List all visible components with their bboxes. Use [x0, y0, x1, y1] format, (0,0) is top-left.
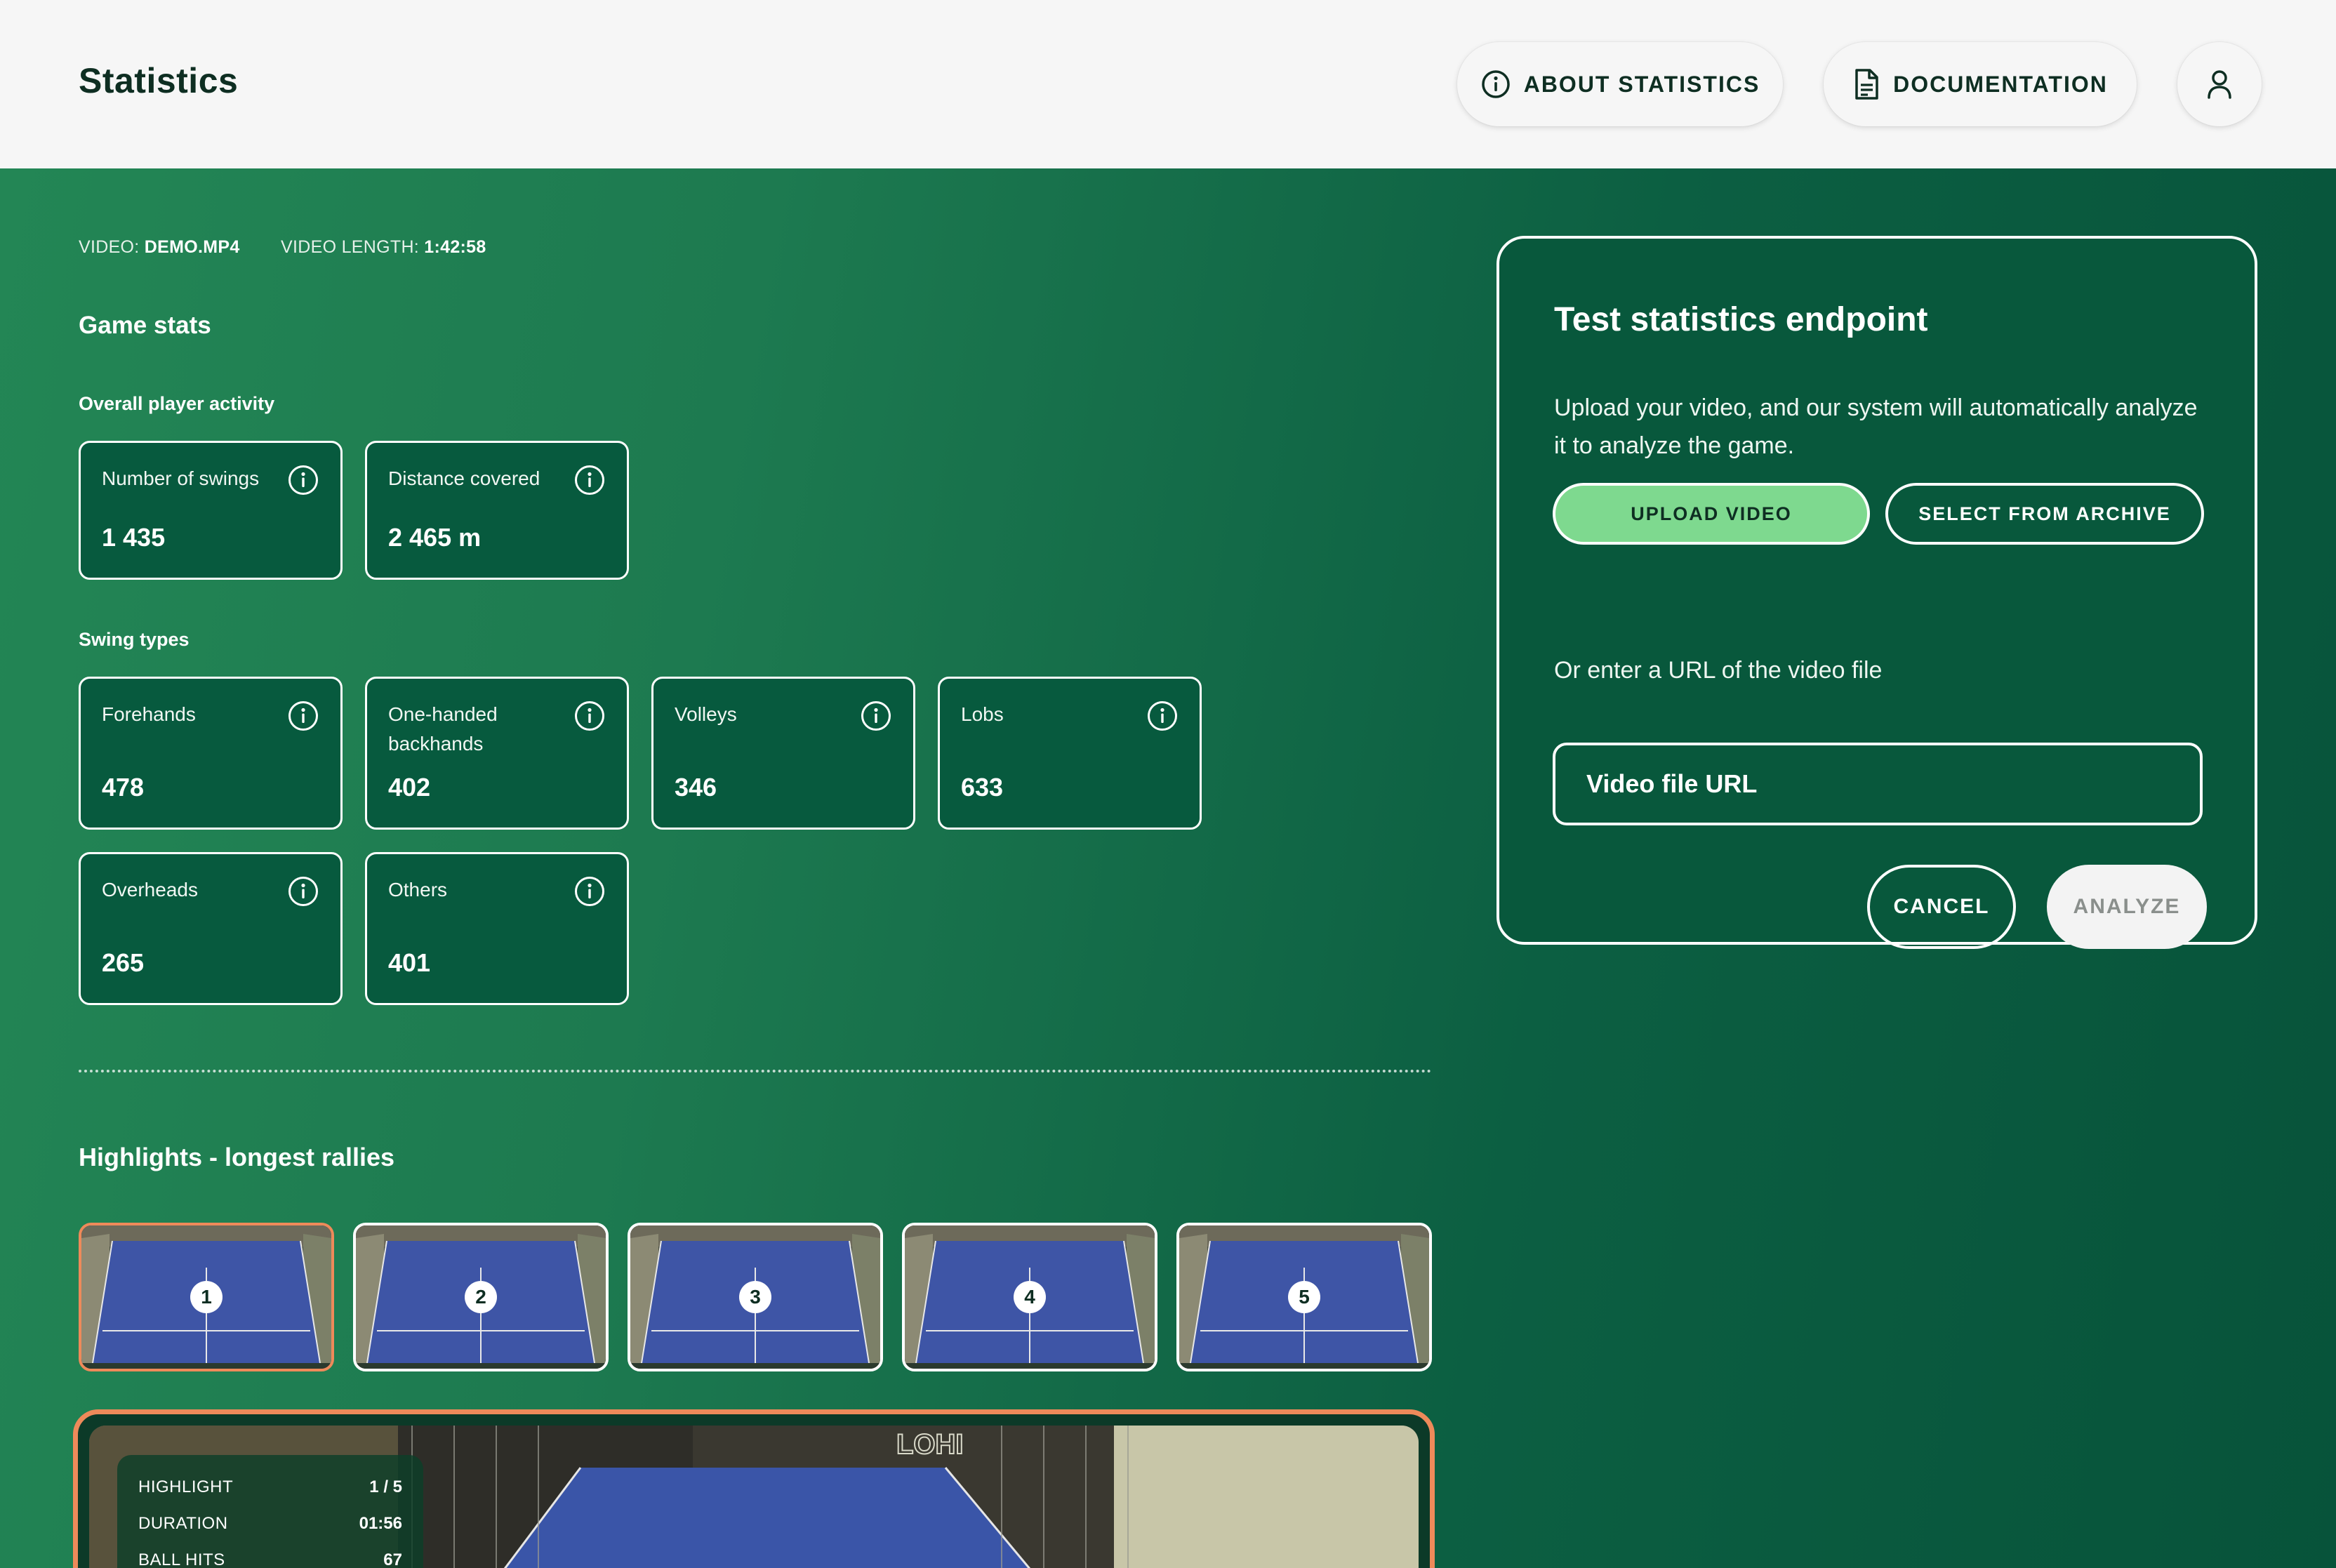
info-icon[interactable] — [860, 700, 892, 736]
upload-video-button[interactable]: UPLOAD VIDEO — [1553, 483, 1870, 545]
stat-card-backhands: One-handed backhands 402 — [365, 677, 629, 830]
video-length-value: 1:42:58 — [424, 237, 486, 257]
stat-card-label: Overheads — [102, 879, 198, 901]
select-from-archive-button[interactable]: SELECT FROM ARCHIVE — [1885, 483, 2204, 545]
stat-card-value: 401 — [388, 948, 431, 977]
highlight-thumbnail[interactable]: 2 — [353, 1223, 609, 1371]
ball-hits-key: BALL HITS — [138, 1550, 225, 1568]
svg-text:LOHI: LOHI — [896, 1429, 964, 1460]
page-title: Statistics — [79, 61, 239, 100]
highlight-thumbnail[interactable]: 5 — [1176, 1223, 1432, 1371]
stat-card-value: 402 — [388, 773, 431, 802]
video-key: VIDEO: — [79, 237, 140, 257]
stat-card-volleys: Volleys 346 — [651, 677, 915, 830]
info-icon[interactable] — [573, 700, 606, 736]
highlight-thumbnail[interactable]: 3 — [628, 1223, 883, 1371]
stat-card-label: One-handed backhands — [388, 703, 498, 755]
stat-card-value: 1 435 — [102, 523, 166, 552]
stat-card-value: 346 — [675, 773, 717, 802]
info-icon — [1480, 69, 1511, 100]
stat-card-overheads: Overheads 265 — [79, 852, 343, 1005]
stat-card-label: Lobs — [961, 703, 1004, 725]
panel-description: Upload your video, and our system will a… — [1554, 394, 2198, 459]
highlight-video-player[interactable]: LOHI HIGHLIGHT 1 / 5 DURATION 01:56 BALL… — [73, 1409, 1435, 1568]
top-header: Statistics ABOUT STATISTICS DOCUMENTATIO… — [0, 0, 2336, 168]
panel-title: Test statistics endpoint — [1554, 301, 1928, 338]
documentation-button[interactable]: DOCUMENTATION — [1824, 42, 2137, 126]
thumbnail-number: 4 — [1014, 1281, 1046, 1313]
info-icon[interactable] — [287, 875, 319, 911]
main-content: VIDEO: DEMO.MP4 VIDEO LENGTH: 1:42:58 Ga… — [0, 168, 2336, 1568]
cancel-button[interactable]: CANCEL — [1867, 865, 2016, 949]
overall-activity-heading: Overall player activity — [79, 393, 275, 414]
video-name: DEMO.MP4 — [144, 237, 240, 257]
about-statistics-button[interactable]: ABOUT STATISTICS — [1457, 42, 1783, 126]
user-icon — [2205, 69, 2234, 100]
info-icon[interactable] — [287, 464, 319, 500]
documentation-label: DOCUMENTATION — [1893, 71, 2108, 97]
thumbnail-number: 3 — [739, 1281, 771, 1313]
profile-button[interactable] — [2177, 42, 2262, 126]
video-meta: VIDEO: DEMO.MP4 VIDEO LENGTH: 1:42:58 — [79, 237, 486, 258]
info-icon[interactable] — [573, 464, 606, 500]
highlights-heading: Highlights - longest rallies — [79, 1143, 395, 1171]
game-stats-heading: Game stats — [79, 312, 211, 339]
duration-key: DURATION — [138, 1514, 228, 1533]
stat-card-lobs: Lobs 633 — [938, 677, 1202, 830]
stat-card-label: Volleys — [675, 703, 737, 725]
url-hint-text: Or enter a URL of the video file — [1554, 657, 1883, 684]
stat-card-label: Distance covered — [388, 467, 540, 489]
highlight-key: HIGHLIGHT — [138, 1477, 234, 1496]
duration-value: 01:56 — [359, 1514, 402, 1533]
thumbnail-number: 2 — [465, 1281, 497, 1313]
stat-card-swings: Number of swings 1 435 — [79, 441, 343, 580]
highlight-index-row: HIGHLIGHT 1 / 5 — [138, 1469, 402, 1506]
stat-card-label: Forehands — [102, 703, 196, 725]
stat-card-value: 633 — [961, 773, 1004, 802]
video-length-key: VIDEO LENGTH: — [281, 237, 420, 257]
highlight-value: 1 / 5 — [369, 1477, 402, 1496]
stat-card-distance: Distance covered 2 465 m — [365, 441, 629, 580]
highlight-thumbnail[interactable]: 4 — [902, 1223, 1157, 1371]
test-endpoint-panel: Test statistics endpoint Upload your vid… — [1496, 236, 2257, 949]
document-icon — [1852, 68, 1880, 100]
about-statistics-label: ABOUT STATISTICS — [1523, 71, 1760, 97]
section-divider — [79, 1070, 1432, 1072]
info-icon[interactable] — [573, 875, 606, 911]
duration-row: DURATION 01:56 — [138, 1506, 402, 1542]
ball-hits-value: 67 — [383, 1550, 402, 1568]
thumbnail-number: 1 — [190, 1281, 223, 1313]
info-icon[interactable] — [287, 700, 319, 736]
stat-card-others: Others 401 — [365, 852, 629, 1005]
video-frame: LOHI HIGHLIGHT 1 / 5 DURATION 01:56 BALL… — [89, 1426, 1419, 1568]
analyze-button[interactable]: ANALYZE — [2047, 865, 2207, 949]
stat-card-value: 265 — [102, 948, 145, 977]
stat-card-label: Others — [388, 879, 448, 901]
video-url-input[interactable] — [1553, 743, 2203, 825]
highlight-thumbnail[interactable]: 1 — [79, 1223, 334, 1371]
thumbnail-number: 5 — [1288, 1281, 1320, 1313]
info-icon[interactable] — [1146, 700, 1179, 736]
stat-card-forehands: Forehands 478 — [79, 677, 343, 830]
stat-card-label: Number of swings — [102, 467, 260, 489]
stat-card-value: 2 465 m — [388, 523, 482, 552]
highlight-info-overlay: HIGHLIGHT 1 / 5 DURATION 01:56 BALL HITS… — [117, 1455, 423, 1568]
ball-hits-row: BALL HITS 67 — [138, 1542, 402, 1568]
stat-card-value: 478 — [102, 773, 145, 802]
swing-types-heading: Swing types — [79, 629, 190, 650]
